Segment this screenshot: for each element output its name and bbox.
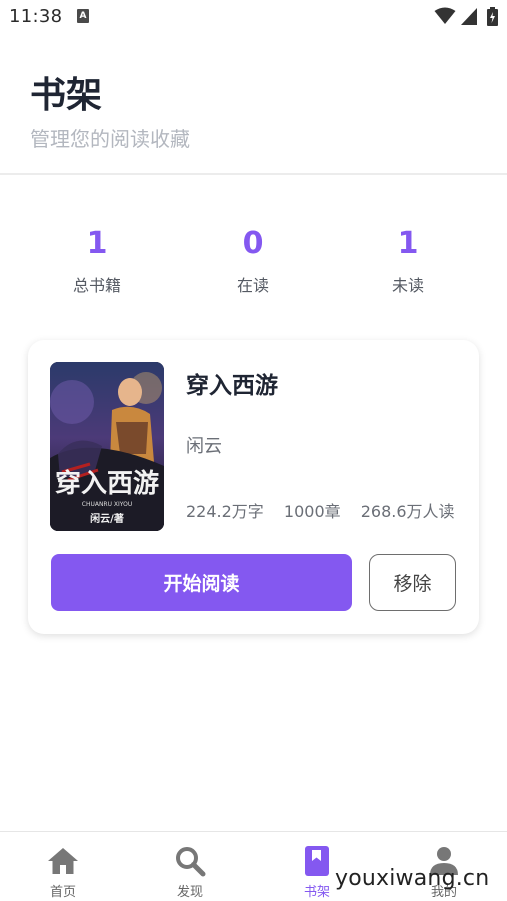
- nav-item-home[interactable]: 首页: [23, 832, 103, 901]
- book-cover[interactable]: 穿入西游 CHUANRU XIYOU 闲云/著: [50, 362, 164, 531]
- search-icon: [176, 847, 206, 877]
- stat-unread: 1 未读: [343, 222, 473, 296]
- notification-app-icon: A: [77, 9, 89, 23]
- remove-button[interactable]: 移除: [369, 554, 456, 611]
- bookshelf-icon: [305, 846, 329, 876]
- book-chapters: 1000章: [283, 502, 341, 521]
- book-card[interactable]: 穿入西游 CHUANRU XIYOU 闲云/著 穿入西游 闲云 224.2万字 …: [28, 340, 479, 634]
- book-meta: 224.2万字 1000章 268.6万人读: [186, 498, 470, 522]
- stat-label: 总书籍: [72, 276, 121, 295]
- page-subtitle: 管理您的阅读收藏: [30, 127, 190, 151]
- watermark-text: youxiwang.cn: [335, 866, 490, 891]
- status-bar: 11:38 A: [0, 0, 507, 34]
- stats-panel: 1 总书籍 0 在读 1 未读: [0, 222, 507, 302]
- signal-icon: [461, 8, 477, 25]
- page-header: 书架 管理您的阅读收藏: [0, 34, 507, 175]
- book-cover-art: 穿入西游 CHUANRU XIYOU 闲云/著: [50, 362, 164, 531]
- stat-label: 在读: [236, 276, 269, 295]
- status-time: 11:38: [9, 6, 63, 27]
- book-word-count: 224.2万字: [186, 502, 264, 521]
- page-title: 书架: [30, 75, 103, 116]
- home-icon: [48, 848, 78, 874]
- wifi-icon: [434, 7, 456, 24]
- book-title[interactable]: 穿入西游: [186, 366, 278, 400]
- stat-total-books: 1 总书籍: [32, 222, 162, 296]
- battery-icon: [487, 7, 498, 26]
- stat-reading: 0 在读: [188, 222, 318, 296]
- cover-title-text: 穿入西游: [55, 468, 159, 499]
- cover-subtitle-text: CHUANRU XIYOU: [82, 501, 132, 508]
- stat-value: 1: [397, 226, 419, 261]
- nav-label: 首页: [49, 885, 76, 900]
- nav-item-discover[interactable]: 发现: [150, 832, 230, 901]
- nav-label: 发现: [176, 885, 203, 900]
- book-readers: 268.6万人读: [360, 502, 455, 521]
- start-reading-button[interactable]: 开始阅读: [51, 554, 352, 611]
- stat-label: 未读: [391, 276, 424, 295]
- cover-author-text: 闲云/著: [90, 512, 124, 525]
- stat-value: 0: [242, 226, 264, 261]
- stat-value: 1: [86, 226, 108, 261]
- book-author: 闲云: [186, 436, 222, 457]
